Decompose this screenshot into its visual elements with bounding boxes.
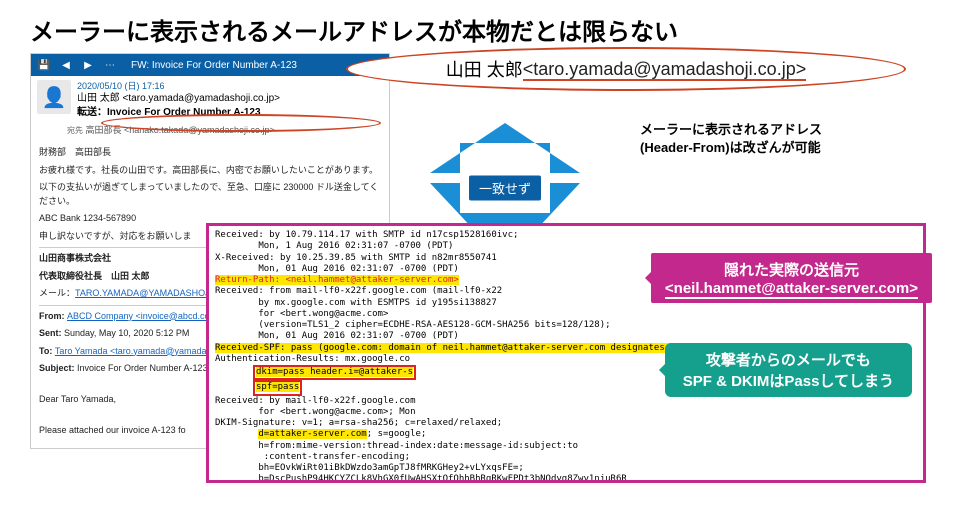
body-line: 財務部 高田部長 bbox=[39, 146, 381, 160]
fwd-from-label: From: bbox=[39, 311, 67, 321]
hdr-line: h=from:mime-version:thread-index:date:me… bbox=[215, 441, 917, 452]
signature-title: 代表取締役社長 山田 太郎 bbox=[39, 271, 150, 281]
zoom-addr: <taro.yamada@yamadashoji.co.jp> bbox=[523, 59, 806, 81]
callout-line: 攻撃者からのメールでも bbox=[683, 349, 894, 370]
zoom-name: 山田 太郎 bbox=[446, 56, 523, 82]
hdr-line: Received: by 10.79.114.17 with SMTP id n… bbox=[215, 230, 917, 241]
more-icon[interactable]: ⋯ bbox=[103, 58, 117, 72]
callout-sender-addr: <neil.hammet@attaker-server.com> bbox=[665, 280, 918, 299]
hdr-line: for <bert.wong@acme.com>; Mon bbox=[215, 407, 917, 418]
hdr-line: ; s=google; bbox=[367, 429, 427, 439]
avatar: 👤 bbox=[37, 80, 71, 114]
signature-mail-label: メール： bbox=[39, 288, 75, 298]
callout-line: SPF & DKIMはPassしてしまう bbox=[683, 370, 894, 391]
fwd-sent: Sunday, May 10, 2020 5:12 PM bbox=[64, 328, 189, 338]
mail-meta: 2020/05/10 (日) 17:16 山田 太郎 <taro.yamada@… bbox=[77, 80, 280, 119]
hdr-line: Mon, 01 Aug 2016 02:31:07 -0700 (PDT) bbox=[215, 331, 917, 342]
fwd-subject-label: Subject: bbox=[39, 363, 77, 373]
body-line: 以下の支払いが過ぎてしまっていましたので、至急、口座に 230000 ドル送金し… bbox=[39, 181, 381, 208]
dkim-header: header.i=@attaker-s bbox=[305, 367, 413, 377]
fwd-subject: Invoice For Order Number A-123 bbox=[77, 363, 208, 373]
hdr-line: :content-transfer-encoding; bbox=[215, 452, 917, 463]
body-line: お疲れ様です。社長の山田です。高田部長に、内密でお願いしたいことがあります。 bbox=[39, 164, 381, 178]
window-title: FW: Invoice For Order Number A-123 bbox=[131, 60, 297, 71]
fwd-sent-label: Sent: bbox=[39, 328, 64, 338]
chevron-right-icon[interactable]: ▶ bbox=[81, 58, 95, 72]
dkim-pass: dkim=pass bbox=[256, 367, 305, 377]
hdr-line: b=DscPushP94HKCYZCLk8VhGX0fUwAHSXtQfQhhB… bbox=[215, 474, 917, 483]
note-header-from: メーラーに表示されるアドレス (Header-From)は改ざんが可能 bbox=[640, 121, 940, 157]
fwd-to-label: To: bbox=[39, 346, 55, 356]
signature-company: 山田商事株式会社 bbox=[39, 253, 111, 263]
zoom-from-address: 山田 太郎 <taro.yamada@yamadashoji.co.jp> bbox=[346, 47, 906, 91]
mismatch-label: 一致せず bbox=[469, 176, 541, 201]
note-line: メーラーに表示されるアドレス bbox=[640, 121, 940, 139]
hdr-line: Mon, 1 Aug 2016 02:31:07 -0700 (PDT) bbox=[215, 241, 917, 252]
mail-from: 山田 太郎 <taro.yamada@yamadashoji.co.jp> bbox=[77, 92, 280, 106]
dkim-domain: d=attaker-server.com bbox=[258, 429, 366, 439]
hdr-line: Received: by mail-lf0-x22f.google.com bbox=[215, 396, 917, 407]
to-label: 宛先 bbox=[67, 126, 83, 135]
chevron-left-icon[interactable]: ◀ bbox=[59, 58, 73, 72]
hdr-line: (version=TLS1_2 cipher=ECDHE-RSA-AES128-… bbox=[215, 320, 917, 331]
hdr-line: bh=EOvkWiRt01iBkDWzdo3amGpTJ8fMRKGHey2+v… bbox=[215, 463, 917, 474]
content-area: 💾 ◀ ▶ ⋯ FW: Invoice For Order Number A-1… bbox=[0, 53, 960, 503]
spf-pass: spf=pass bbox=[256, 382, 299, 392]
callout-line: 隠れた実際の送信元 bbox=[665, 259, 918, 280]
mail-date: 2020/05/10 (日) 17:16 bbox=[77, 80, 280, 92]
mail-subject: 転送：Invoice For Order Number A-123 bbox=[77, 106, 280, 120]
fwd-from[interactable]: ABCD Company <invoice@abcd.co bbox=[67, 311, 209, 321]
ribbon: 💾 ◀ ▶ ⋯ FW: Invoice For Order Number A-1… bbox=[31, 54, 389, 76]
save-icon[interactable]: 💾 bbox=[37, 58, 51, 72]
callout-spf-dkim: 攻撃者からのメールでも SPF & DKIMはPassしてしまう bbox=[665, 343, 912, 397]
fwd-to[interactable]: Taro Yamada <taro.yamada@yamada bbox=[55, 346, 207, 356]
hdr-line: for <bert.wong@acme.com> bbox=[215, 309, 917, 320]
slide-title: メーラーに表示されるメールアドレスが本物だとは限らない bbox=[0, 0, 960, 53]
return-path: Return-Path: <neil.hammet@attaker-server… bbox=[215, 275, 459, 285]
mail-to: 高田部長 <hanako.takada@yamadashoji.co.jp> bbox=[86, 125, 275, 135]
hdr-line: DKIM-Signature: v=1; a=rsa-sha256; c=rel… bbox=[215, 418, 917, 429]
callout-real-sender: 隠れた実際の送信元 <neil.hammet@attaker-server.co… bbox=[651, 253, 932, 303]
note-line: (Header-From)は改ざんが可能 bbox=[640, 139, 940, 157]
